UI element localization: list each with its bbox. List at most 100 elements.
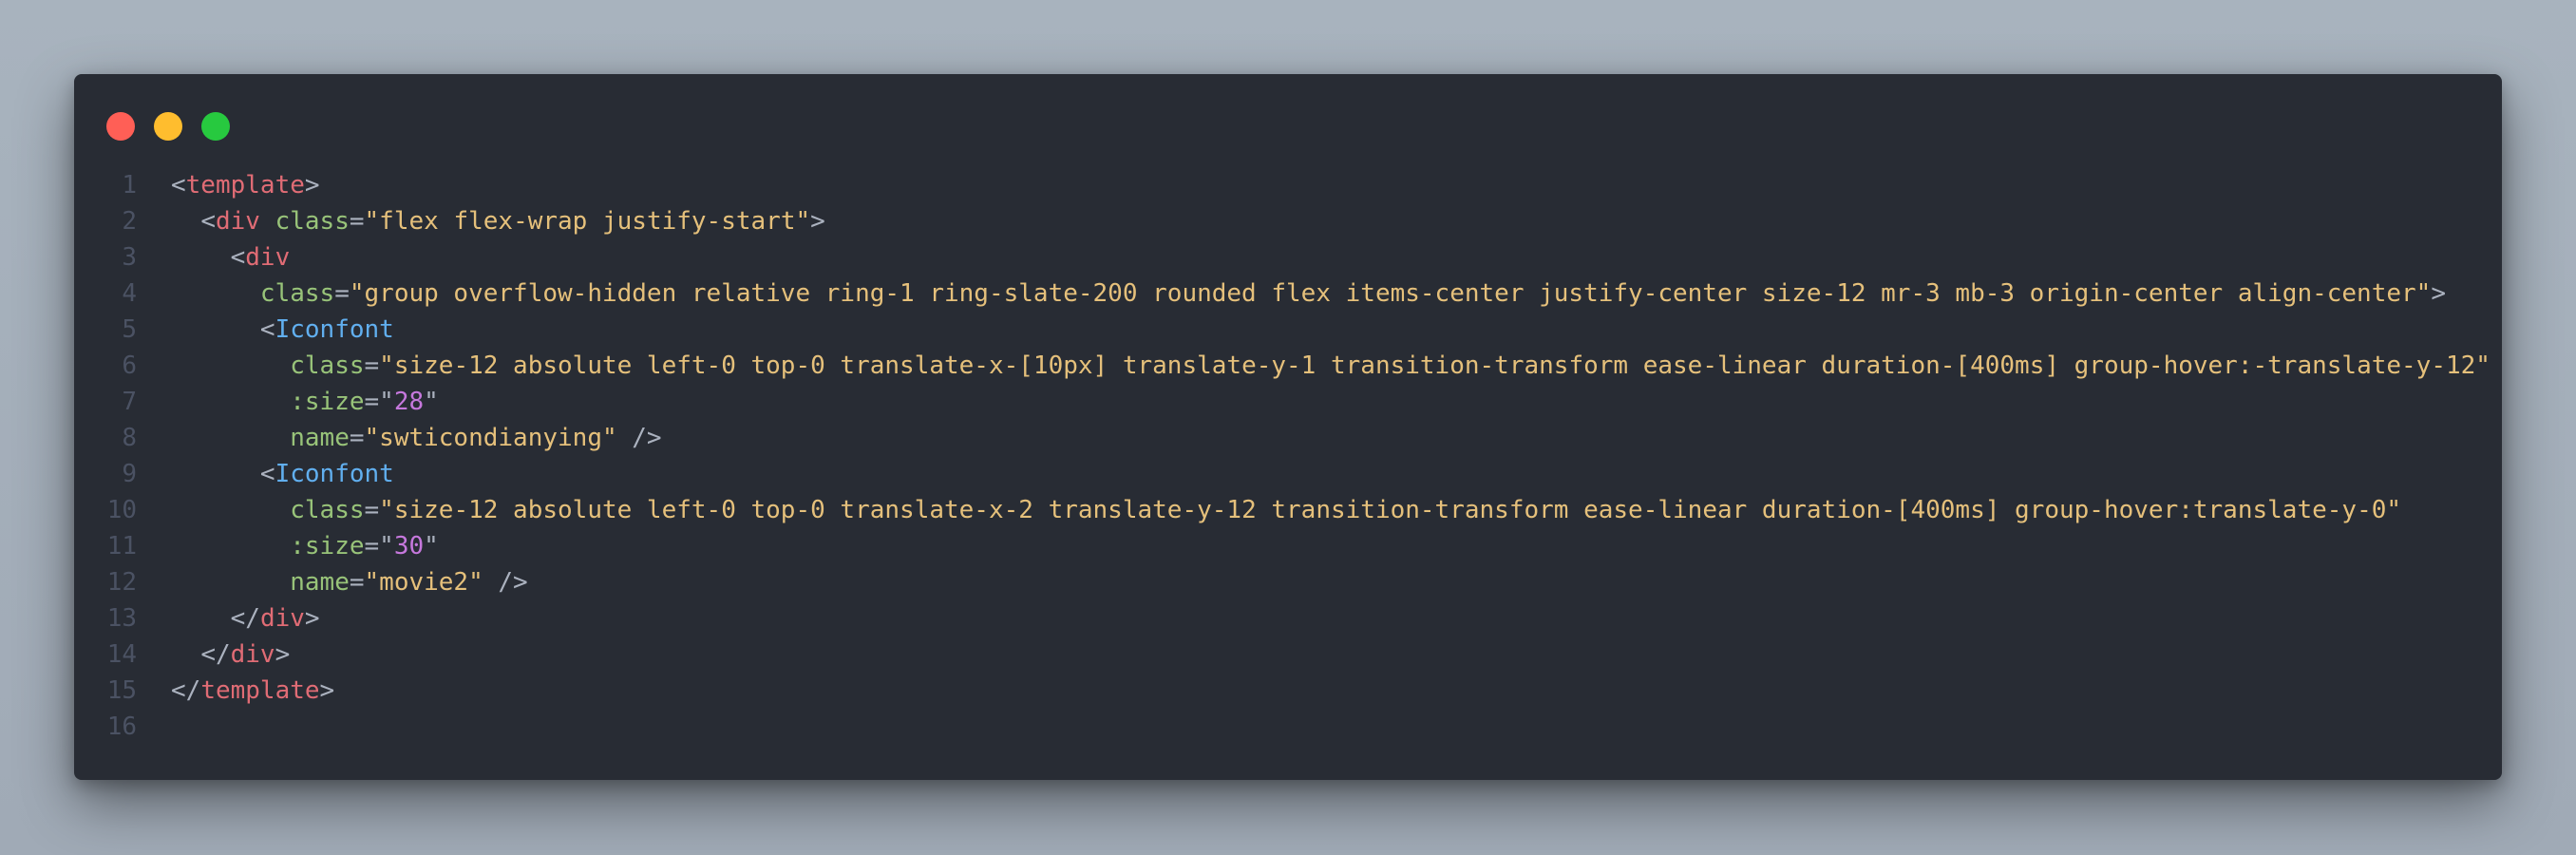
code-line: 7 :size="28": [74, 384, 2502, 420]
code-token-punct: ": [424, 388, 439, 416]
code-token-tag: template: [200, 676, 320, 705]
code-content: class="size-12 absolute left-0 top-0 tra…: [137, 352, 2491, 380]
code-line: 10 class="size-12 absolute left-0 top-0 …: [74, 492, 2502, 528]
code-token-punct: =": [364, 388, 394, 416]
code-content: <div class="flex flex-wrap justify-start…: [137, 207, 825, 236]
code-token-punct: >: [2431, 279, 2446, 308]
code-token-punct: <: [171, 171, 186, 200]
code-token-attr: class: [275, 207, 350, 236]
code-line: 3 <div: [74, 239, 2502, 276]
code-token-str: "flex flex-wrap justify-start": [364, 207, 811, 236]
code-token-punct: >: [304, 171, 320, 200]
code-token-punct: <: [259, 460, 275, 488]
line-number: 2: [122, 207, 137, 236]
code-content: <Iconfont: [137, 315, 394, 344]
code-content: :size="28": [137, 388, 439, 416]
line-number: 13: [106, 604, 137, 633]
code-token-str: "group overflow-hidden relative ring-1 r…: [349, 279, 2432, 308]
code-token-punct: =: [334, 279, 350, 308]
line-number: 9: [122, 460, 137, 488]
line-number: 4: [122, 279, 137, 308]
code-line: 1 <template>: [74, 167, 2502, 203]
line-number: 8: [122, 424, 137, 452]
line-number: 14: [106, 640, 137, 669]
code-token-comp: Iconfont: [275, 315, 394, 344]
code-token-str: "size-12 absolute left-0 top-0 translate…: [379, 352, 2491, 380]
code-token-attr: class: [290, 352, 365, 380]
code-token-attr: :size: [290, 388, 365, 416]
line-number: 11: [106, 532, 137, 560]
code-line: 12 name="movie2" />: [74, 564, 2502, 600]
code-token-tag: div: [259, 604, 305, 633]
code-token-attr: class: [290, 496, 365, 524]
line-number: 3: [122, 243, 137, 272]
code-token-punct: >: [319, 676, 335, 705]
code-token-num: 30: [393, 532, 425, 560]
code-content: <Iconfont: [137, 460, 394, 488]
minimize-dot-icon[interactable]: [154, 112, 182, 141]
code-token-attr: name: [290, 568, 350, 597]
code-content: <div: [137, 243, 291, 272]
code-line: 2 <div class="flex flex-wrap justify-sta…: [74, 203, 2502, 239]
code-content: class="size-12 absolute left-0 top-0 tra…: [137, 496, 2401, 524]
code-line: 16: [74, 709, 2502, 745]
code-token-comp: Iconfont: [275, 460, 394, 488]
code-token-punct: >: [810, 207, 825, 236]
code-line: 11 :size="30": [74, 528, 2502, 564]
code-token-punct: =: [364, 496, 380, 524]
code-token-punct: </: [230, 604, 260, 633]
code-token-punct: [260, 207, 275, 236]
close-dot-icon[interactable]: [106, 112, 135, 141]
line-number: 7: [122, 388, 137, 416]
code-content: name="swticondianying" />: [137, 424, 661, 452]
code-content: <template>: [137, 171, 320, 200]
code-token-punct: =: [349, 207, 365, 236]
window-controls: [106, 112, 230, 141]
code-token-punct: >: [275, 640, 291, 669]
code-token-tag: div: [245, 243, 291, 272]
code-token-punct: </: [171, 676, 201, 705]
code-line: 8 name="swticondianying" />: [74, 420, 2502, 456]
code-token-punct: </: [200, 640, 231, 669]
code-token-punct: =: [349, 568, 365, 597]
code-token-punct: />: [483, 568, 528, 597]
code-token-attr: :size: [290, 532, 365, 560]
code-content: :size="30": [137, 532, 439, 560]
line-number: 16: [106, 712, 137, 741]
code-line: 4 class="group overflow-hidden relative …: [74, 276, 2502, 312]
code-token-attr: class: [259, 279, 335, 308]
code-token-punct: =: [349, 424, 365, 452]
code-block: 1 <template> 2 <div class="flex flex-wrap …: [74, 167, 2502, 745]
line-number: 5: [122, 315, 137, 344]
code-line: 13 </div>: [74, 600, 2502, 636]
code-token-punct: <: [230, 243, 246, 272]
code-token-punct: =: [364, 352, 380, 380]
code-window: 1 <template> 2 <div class="flex flex-wrap …: [74, 74, 2502, 780]
code-token-tag: div: [215, 207, 260, 236]
code-token-punct: >: [304, 604, 320, 633]
code-token-str: "size-12 absolute left-0 top-0 translate…: [379, 496, 2402, 524]
code-content: </template>: [137, 676, 334, 705]
code-token-tag: template: [185, 171, 305, 200]
line-number: 1: [122, 171, 137, 200]
maximize-dot-icon[interactable]: [201, 112, 230, 141]
code-content: class="group overflow-hidden relative ri…: [137, 279, 2446, 308]
code-token-punct: =": [364, 532, 394, 560]
code-token-punct: <: [259, 315, 275, 344]
code-token-tag: div: [230, 640, 275, 669]
code-content: name="movie2" />: [137, 568, 528, 597]
line-number: 6: [122, 352, 137, 380]
code-token-punct: <: [200, 207, 216, 236]
code-token-attr: name: [290, 424, 350, 452]
code-line: 5 <Iconfont: [74, 312, 2502, 348]
